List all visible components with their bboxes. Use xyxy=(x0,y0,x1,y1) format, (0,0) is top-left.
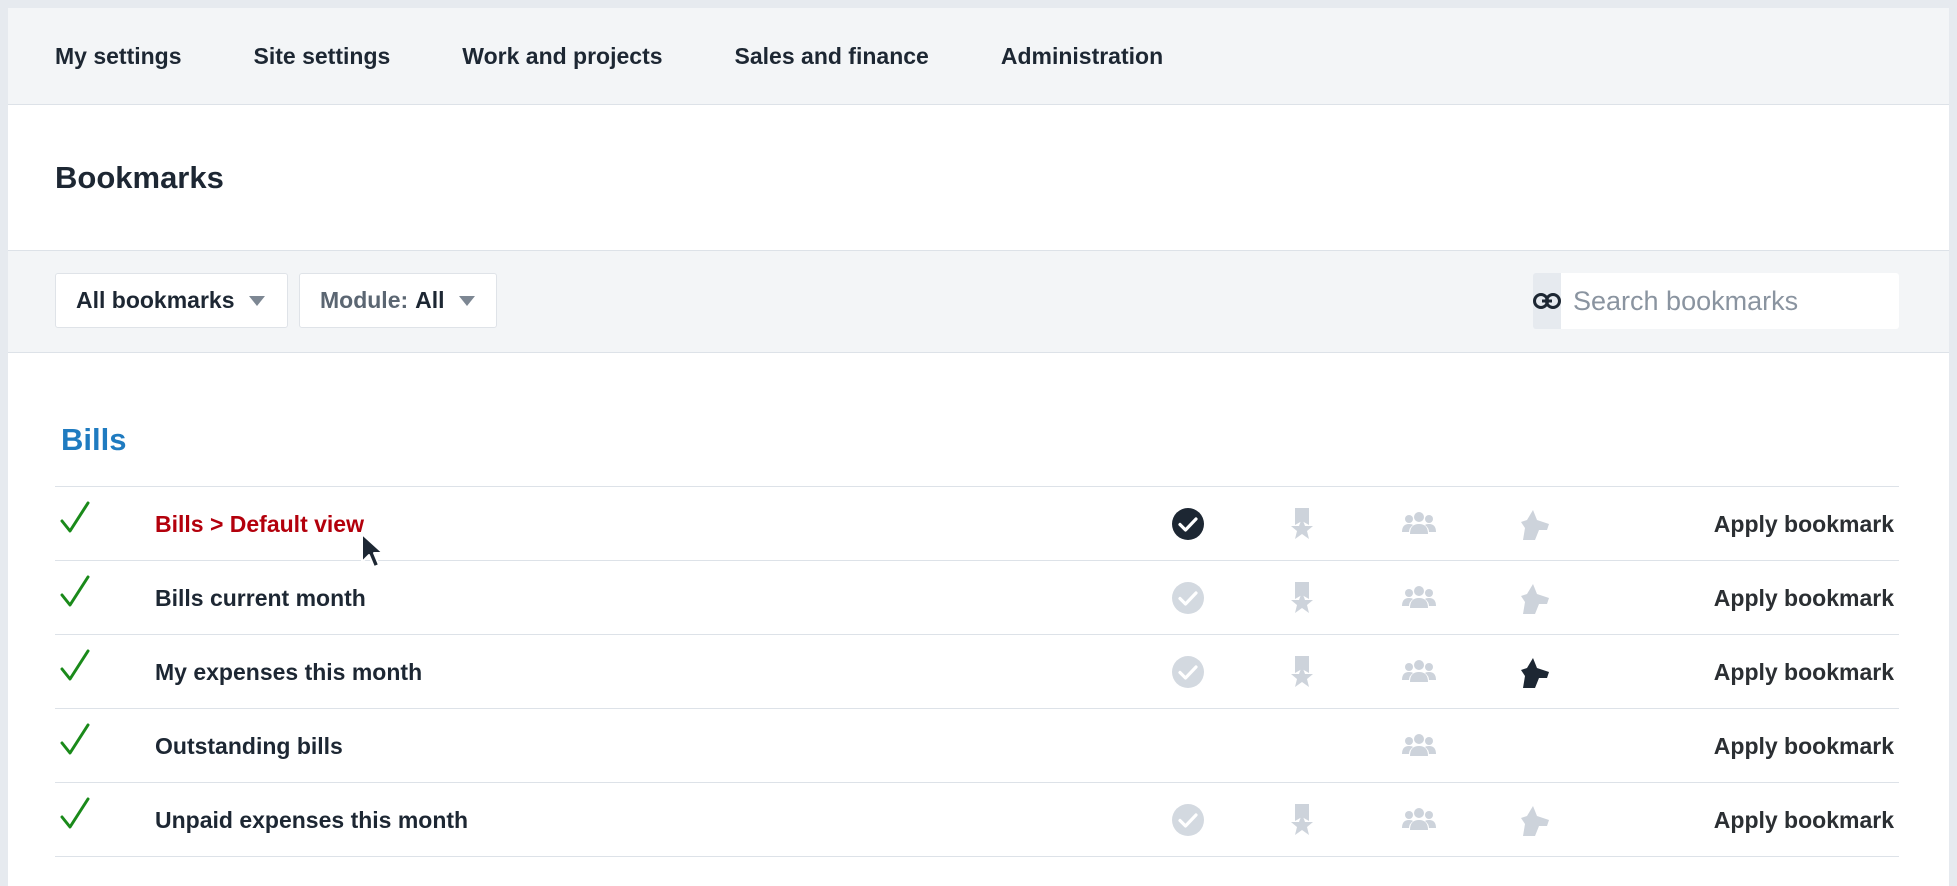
bookmark-name-link[interactable]: Unpaid expenses this month xyxy=(155,783,468,857)
dog-icon[interactable] xyxy=(1517,802,1553,838)
caret-down-icon xyxy=(458,295,475,306)
apply-bookmark-button[interactable]: Apply bookmark xyxy=(1714,635,1894,709)
all-bookmarks-label: All bookmarks xyxy=(76,287,235,313)
module-label: Module: xyxy=(320,287,409,313)
apply-bookmark-button[interactable]: Apply bookmark xyxy=(1714,487,1894,561)
all-bookmarks-dropdown[interactable]: All bookmarks xyxy=(55,273,288,328)
nav-work-and-projects[interactable]: Work and projects xyxy=(462,43,662,70)
group-icon[interactable] xyxy=(1401,580,1437,616)
search-box xyxy=(1533,273,1899,329)
default-check-icon[interactable] xyxy=(1170,654,1206,690)
search-input[interactable] xyxy=(1561,273,1899,329)
bookmark-row: Bills current month Apply bookmark xyxy=(55,561,1899,635)
group-icon[interactable] xyxy=(1401,728,1437,764)
default-check-icon[interactable] xyxy=(1170,802,1206,838)
default-check-icon[interactable] xyxy=(1170,506,1206,542)
pin-star-icon[interactable] xyxy=(1284,506,1320,542)
nav-my-settings[interactable]: My settings xyxy=(55,43,182,70)
filter-bar: All bookmarks Module: All xyxy=(8,251,1949,353)
dog-icon[interactable] xyxy=(1517,580,1553,616)
pin-star-icon[interactable] xyxy=(1284,580,1320,616)
default-check-icon[interactable] xyxy=(1170,580,1206,616)
bookmark-name-link[interactable]: Outstanding bills xyxy=(155,709,343,783)
apply-bookmark-button[interactable]: Apply bookmark xyxy=(1714,783,1894,857)
check-icon xyxy=(60,723,90,757)
module-dropdown[interactable]: Module: All xyxy=(299,273,497,328)
bookmark-row: My expenses this month Apply bookmark xyxy=(55,635,1899,709)
bookmark-name-link[interactable]: Bills > Default view xyxy=(155,487,364,561)
link-icon-button[interactable] xyxy=(1533,273,1561,329)
bookmark-row: Unpaid expenses this month Apply bookmark xyxy=(55,783,1899,857)
check-icon xyxy=(60,575,90,609)
apply-bookmark-button[interactable]: Apply bookmark xyxy=(1714,709,1894,783)
bookmark-list: Bills > Default view Apply bookmark Bills … xyxy=(55,486,1899,857)
check-icon xyxy=(60,501,90,535)
pin-star-icon[interactable] xyxy=(1284,802,1320,838)
link-icon xyxy=(1533,293,1561,309)
page-title: Bookmarks xyxy=(55,159,224,195)
caret-down-icon xyxy=(248,295,265,306)
page: My settings Site settings Work and proje… xyxy=(8,8,1949,886)
bookmark-name-link[interactable]: My expenses this month xyxy=(155,635,422,709)
top-navigation: My settings Site settings Work and proje… xyxy=(8,8,1949,105)
bookmark-name-link[interactable]: Bills current month xyxy=(155,561,366,635)
nav-site-settings[interactable]: Site settings xyxy=(254,43,391,70)
apply-bookmark-button[interactable]: Apply bookmark xyxy=(1714,561,1894,635)
page-header: Bookmarks xyxy=(8,105,1949,251)
section-title-bills: Bills xyxy=(61,422,127,457)
group-icon[interactable] xyxy=(1401,654,1437,690)
bookmark-row: Outstanding bills Apply bookmark xyxy=(55,709,1899,783)
bookmark-row: Bills > Default view Apply bookmark xyxy=(55,487,1899,561)
group-icon[interactable] xyxy=(1401,802,1437,838)
check-icon xyxy=(60,797,90,831)
pin-star-icon[interactable] xyxy=(1284,654,1320,690)
dog-icon[interactable] xyxy=(1517,506,1553,542)
check-icon xyxy=(60,649,90,683)
module-value: All xyxy=(415,287,445,313)
nav-administration[interactable]: Administration xyxy=(1001,43,1163,70)
group-icon[interactable] xyxy=(1401,506,1437,542)
dog-icon[interactable] xyxy=(1517,654,1553,690)
nav-sales-and-finance[interactable]: Sales and finance xyxy=(735,43,929,70)
